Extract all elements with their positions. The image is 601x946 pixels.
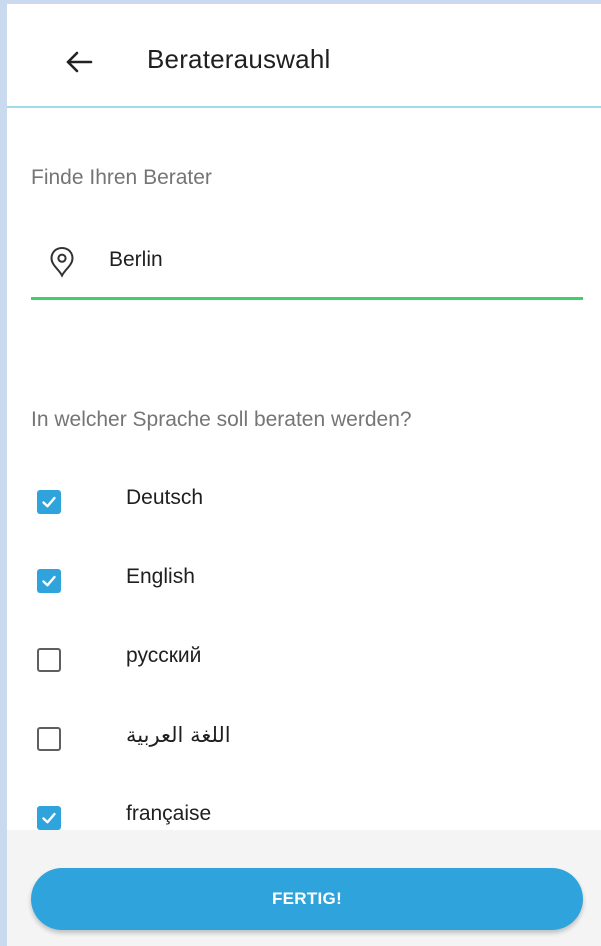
app-screen: Beraterauswahl Finde Ihren Berater In we… — [7, 4, 601, 946]
language-section-label: In welcher Sprache soll beraten werden? — [31, 408, 412, 431]
language-option-french[interactable]: française — [7, 778, 601, 838]
language-label: English — [126, 565, 195, 588]
bottom-action-bar: FERTIG! — [7, 830, 601, 946]
language-option-russian[interactable]: русский — [7, 620, 601, 680]
check-icon — [42, 496, 56, 508]
language-label: اللغة العربية — [126, 723, 231, 747]
location-search-field[interactable] — [31, 232, 583, 300]
checkbox-checked[interactable] — [37, 806, 61, 830]
arrow-left-icon — [66, 51, 93, 73]
checkbox-unchecked[interactable] — [37, 648, 61, 672]
back-button[interactable] — [59, 42, 99, 82]
page-title: Beraterauswahl — [147, 44, 331, 74]
language-label: русский — [126, 644, 202, 667]
checkbox-unchecked[interactable] — [37, 727, 61, 751]
language-option-arabic[interactable]: اللغة العربية — [7, 699, 601, 759]
done-button[interactable]: FERTIG! — [31, 868, 583, 930]
language-label: française — [126, 802, 212, 825]
check-icon — [42, 812, 56, 824]
location-input[interactable] — [109, 242, 569, 278]
location-section-label: Finde Ihren Berater — [31, 166, 212, 189]
checkbox-checked[interactable] — [37, 569, 61, 593]
checkbox-checked[interactable] — [37, 490, 61, 514]
check-icon — [42, 575, 56, 587]
language-label: Deutsch — [126, 486, 204, 509]
language-option-deutsch[interactable]: Deutsch — [7, 462, 601, 522]
language-option-english[interactable]: English — [7, 541, 601, 601]
app-bar: Beraterauswahl — [7, 4, 601, 108]
location-pin-icon — [50, 246, 74, 278]
